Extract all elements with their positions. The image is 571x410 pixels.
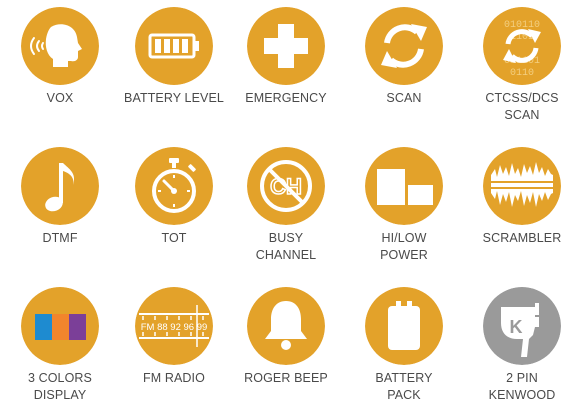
battery-level-icon <box>135 7 213 85</box>
refresh-arrows-icon <box>365 7 443 85</box>
feature-label: ROGER BEEP <box>244 371 328 385</box>
feature-label: TOT <box>161 231 187 245</box>
music-note-icon <box>21 147 99 225</box>
binary-refresh-icon: 010110 1101 011101 0110 <box>483 7 561 85</box>
channel-prohibited-icon: CH <box>247 147 325 225</box>
svg-text:0110: 0110 <box>510 68 534 79</box>
feature-label: BUSY CHANNEL <box>255 231 317 262</box>
feature-label: 2 PIN KENWOOD <box>488 371 556 402</box>
feature-label: 3 COLORS DISPLAY <box>27 371 92 402</box>
feature-battery-level: BATTERY LEVEL <box>114 0 234 130</box>
kenwood-letter: K <box>510 317 523 337</box>
feature-busy-channel: CH BUSY CHANNEL <box>226 140 346 270</box>
power-blocks-icon <box>365 147 443 225</box>
feature-hi-low-power: HI/LOW POWER <box>344 140 464 270</box>
feature-label: BATTERY PACK <box>375 371 433 402</box>
color-bars-icon <box>21 287 99 365</box>
feature-scan: SCAN <box>344 0 464 130</box>
connector-plug-icon: K <box>483 287 561 365</box>
feature-vox: VOX <box>0 0 120 130</box>
feature-tot: TOT <box>114 140 234 270</box>
feature-label: CTCSS/DCS SCAN <box>485 91 559 122</box>
feature-fm-radio: FM 88 92 96 99 FM RADIO <box>114 280 234 410</box>
feature-3-colors-display: 3 COLORS DISPLAY <box>0 280 120 410</box>
feature-emergency: EMERGENCY <box>226 0 346 130</box>
feature-2-pin-kenwood: K 2 PIN KENWOOD <box>462 280 571 410</box>
feature-label: SCRAMBLER <box>482 231 562 245</box>
feature-dtmf: DTMF <box>0 140 120 270</box>
feature-ctcss-dcs-scan: 010110 1101 011101 0110 CTCSS/DCS SCAN <box>462 0 571 130</box>
medical-cross-icon <box>247 7 325 85</box>
feature-battery-pack: BATTERY PACK <box>344 280 464 410</box>
radio-dial-icon: FM 88 92 96 99 <box>135 287 213 365</box>
feature-label: EMERGENCY <box>245 91 327 105</box>
feature-label: HI/LOW POWER <box>380 231 428 262</box>
feature-label: BATTERY LEVEL <box>124 91 224 105</box>
feature-label: SCAN <box>386 91 422 105</box>
bell-icon <box>247 287 325 365</box>
feature-roger-beep: ROGER BEEP <box>226 280 346 410</box>
feature-label: VOX <box>46 91 74 105</box>
feature-icon-grid: VOX BATTERY LEVEL EMERGENCY SCAN 010110 … <box>0 0 571 405</box>
speaking-head-icon <box>21 7 99 85</box>
battery-pack-icon <box>365 287 443 365</box>
waveform-icon <box>483 147 561 225</box>
feature-label: FM RADIO <box>143 371 205 385</box>
feature-label: DTMF <box>42 231 78 245</box>
stopwatch-icon <box>135 147 213 225</box>
feature-scrambler: SCRAMBLER <box>462 140 571 270</box>
